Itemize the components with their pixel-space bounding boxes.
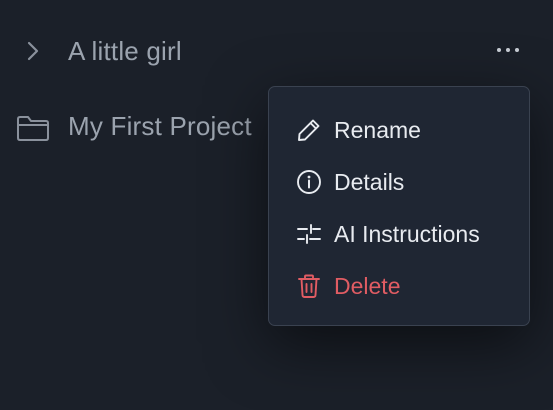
menu-item-delete[interactable]: Delete xyxy=(269,263,529,309)
more-horizontal-icon xyxy=(497,48,519,52)
menu-item-label: Details xyxy=(334,168,405,195)
app-canvas: A little girl My First Project Rename De… xyxy=(0,0,553,410)
context-menu: Rename Details AI Instructions Delete xyxy=(268,86,530,326)
pencil-icon xyxy=(295,116,323,144)
menu-item-details[interactable]: Details xyxy=(269,159,529,205)
info-icon xyxy=(295,168,323,196)
menu-item-ai-instructions[interactable]: AI Instructions xyxy=(269,211,529,257)
sliders-icon xyxy=(295,220,323,248)
chevron-right-icon[interactable] xyxy=(24,40,42,62)
menu-item-label: AI Instructions xyxy=(334,220,480,247)
menu-item-label: Rename xyxy=(334,116,421,143)
menu-item-label: Delete xyxy=(334,272,401,299)
more-options-button[interactable] xyxy=(494,38,522,62)
folder-icon xyxy=(17,116,49,141)
tree-item-label: A little girl xyxy=(68,36,182,66)
trash-icon xyxy=(295,272,323,300)
menu-item-rename[interactable]: Rename xyxy=(269,107,529,153)
tree-item-label: My First Project xyxy=(68,111,252,141)
